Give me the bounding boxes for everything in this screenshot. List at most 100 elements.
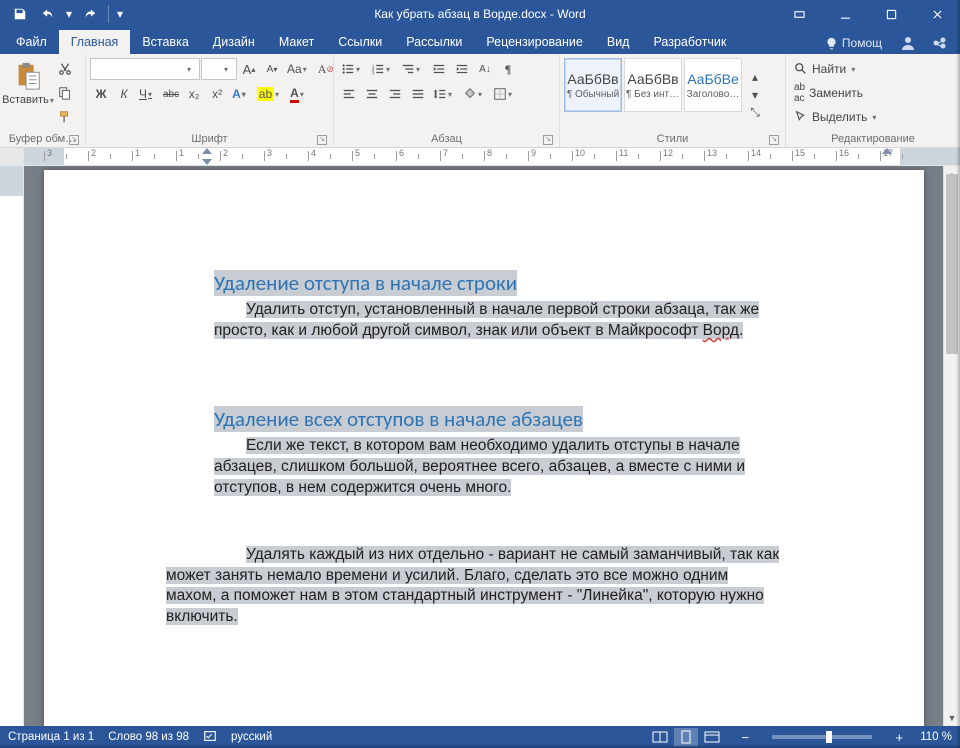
copy-icon[interactable] [54, 82, 76, 104]
tab-file[interactable]: Файл [4, 30, 59, 54]
shading-icon[interactable]: ▾ [460, 83, 489, 105]
undo-icon[interactable] [36, 2, 60, 26]
text-effects-icon[interactable]: A▾ [229, 83, 253, 105]
vertical-ruler[interactable] [0, 166, 24, 726]
read-mode-icon[interactable] [648, 728, 672, 746]
decrease-indent-icon[interactable] [428, 58, 450, 80]
tab-layout[interactable]: Макет [267, 30, 326, 54]
status-bar: Страница 1 из 1 Слово 98 из 98 русский −… [0, 726, 960, 748]
strikethrough-button[interactable]: abc [160, 83, 182, 105]
zoom-in-button[interactable]: + [892, 730, 906, 744]
redo-icon[interactable] [78, 2, 102, 26]
document-area: Удаление отступа в начале строки Удалить… [0, 166, 960, 726]
style-no-spacing[interactable]: АаБбВв ¶ Без инте… [624, 58, 682, 112]
ruler-corner [0, 148, 24, 166]
replace-button[interactable]: abac Заменить [790, 82, 884, 104]
cut-icon[interactable] [54, 58, 76, 80]
close-icon[interactable] [914, 0, 960, 28]
increase-indent-icon[interactable] [451, 58, 473, 80]
web-layout-icon[interactable] [700, 728, 724, 746]
status-page[interactable]: Страница 1 из 1 [8, 731, 94, 743]
tab-developer[interactable]: Разработчик [641, 30, 738, 54]
maximize-icon[interactable] [868, 0, 914, 28]
font-color-icon[interactable]: A▾ [287, 83, 311, 105]
share-icon[interactable] [926, 32, 954, 54]
status-words[interactable]: Слово 98 из 98 [108, 731, 189, 743]
group-paragraph-label: Абзац [431, 133, 462, 145]
paste-button[interactable]: Вставить▾ [4, 58, 52, 106]
tell-me-input[interactable]: Помощ [817, 36, 890, 50]
group-font-label: Шрифт [191, 133, 227, 145]
font-name-combo[interactable]: ▾ [90, 58, 200, 80]
style-normal[interactable]: АаБбВв ¶ Обычный [564, 58, 622, 112]
justify-icon[interactable] [407, 83, 429, 105]
clipboard-launcher[interactable]: ↘ [69, 135, 79, 145]
scroll-thumb[interactable] [946, 174, 958, 354]
align-center-icon[interactable] [361, 83, 383, 105]
right-indent-marker[interactable] [882, 148, 892, 154]
heading-1[interactable]: Удаление отступа в начале строки [214, 270, 517, 296]
zoom-slider[interactable] [772, 735, 872, 739]
italic-button[interactable]: К [113, 83, 135, 105]
change-case-icon[interactable]: Aa▾ [284, 58, 314, 80]
superscript-button[interactable]: x² [206, 83, 228, 105]
paragraph-1[interactable]: Удалить отступ, установленный в начале п… [214, 300, 858, 342]
styles-gallery-expand[interactable]: ⤡ [744, 104, 766, 122]
styles-scroll-up[interactable]: ▴ [744, 68, 766, 86]
first-line-indent-marker[interactable] [202, 148, 212, 154]
zoom-out-button[interactable]: − [738, 730, 752, 744]
align-left-icon[interactable] [338, 83, 360, 105]
subscript-button[interactable]: x₂ [183, 83, 205, 105]
hanging-indent-marker[interactable] [202, 159, 212, 165]
borders-icon[interactable]: ▾ [490, 83, 519, 105]
tab-home[interactable]: Главная [59, 30, 131, 54]
format-painter-icon[interactable] [54, 106, 76, 128]
numbering-icon[interactable]: 123▾ [368, 58, 397, 80]
paragraph-launcher[interactable]: ↘ [543, 135, 553, 145]
account-icon[interactable] [894, 32, 922, 54]
document-canvas[interactable]: Удаление отступа в начале строки Удалить… [24, 166, 960, 726]
print-layout-icon[interactable] [674, 728, 698, 746]
minimize-icon[interactable] [822, 0, 868, 28]
tab-mailings[interactable]: Рассылки [394, 30, 474, 54]
grow-font-icon[interactable]: A▴ [238, 58, 260, 80]
undo-dropdown[interactable]: ▾ [64, 7, 74, 21]
align-right-icon[interactable] [384, 83, 406, 105]
tab-insert[interactable]: Вставка [130, 30, 200, 54]
status-proofing-icon[interactable] [203, 729, 217, 746]
tab-review[interactable]: Рецензирование [474, 30, 595, 54]
show-marks-icon[interactable]: ¶ [497, 58, 519, 80]
multilevel-list-icon[interactable]: ▾ [398, 58, 427, 80]
sort-icon[interactable]: A↓ [474, 58, 496, 80]
tab-references[interactable]: Ссылки [326, 30, 394, 54]
tab-view[interactable]: Вид [595, 30, 642, 54]
zoom-level[interactable]: 110 % [920, 731, 952, 743]
font-launcher[interactable]: ↘ [317, 135, 327, 145]
find-button[interactable]: Найти▾ [790, 58, 884, 80]
paragraph-2[interactable]: Если же текст, в котором вам необходимо … [214, 436, 858, 499]
select-button[interactable]: Выделить▾ [790, 106, 884, 128]
shrink-font-icon[interactable]: A▾ [261, 58, 283, 80]
ribbon-options-icon[interactable] [776, 0, 822, 28]
vertical-scrollbar[interactable]: ▲ ▼ [943, 166, 960, 726]
styles-scroll-down[interactable]: ▾ [744, 86, 766, 104]
scroll-down-icon[interactable]: ▼ [944, 709, 960, 726]
styles-launcher[interactable]: ↘ [769, 135, 779, 145]
font-size-combo[interactable]: ▾ [201, 58, 237, 80]
bullets-icon[interactable]: ▾ [338, 58, 367, 80]
status-language[interactable]: русский [231, 731, 272, 743]
highlight-icon[interactable]: ab▾ [254, 83, 286, 105]
ribbon: Вставить▾ Буфер обм…↘ ▾ ▾ A▴ A▾ Aa▾ A⊘ [0, 54, 960, 148]
underline-button[interactable]: Ч▾ [136, 83, 159, 105]
tab-design[interactable]: Дизайн [201, 30, 267, 54]
paragraph-3[interactable]: Удалять каждый из них отдельно - вариант… [166, 545, 858, 629]
heading-2[interactable]: Удаление всех отступов в начале абзацев [214, 406, 583, 432]
page: Удаление отступа в начале строки Удалить… [44, 170, 924, 726]
save-icon[interactable] [8, 2, 32, 26]
horizontal-ruler[interactable] [0, 148, 960, 166]
style-heading1[interactable]: АаБбВе Заголово… [684, 58, 742, 112]
qat-customize[interactable]: ▾ [115, 7, 125, 21]
line-spacing-icon[interactable]: ▾ [430, 83, 459, 105]
bold-button[interactable]: Ж [90, 83, 112, 105]
tell-me-label: Помощ [842, 36, 882, 50]
